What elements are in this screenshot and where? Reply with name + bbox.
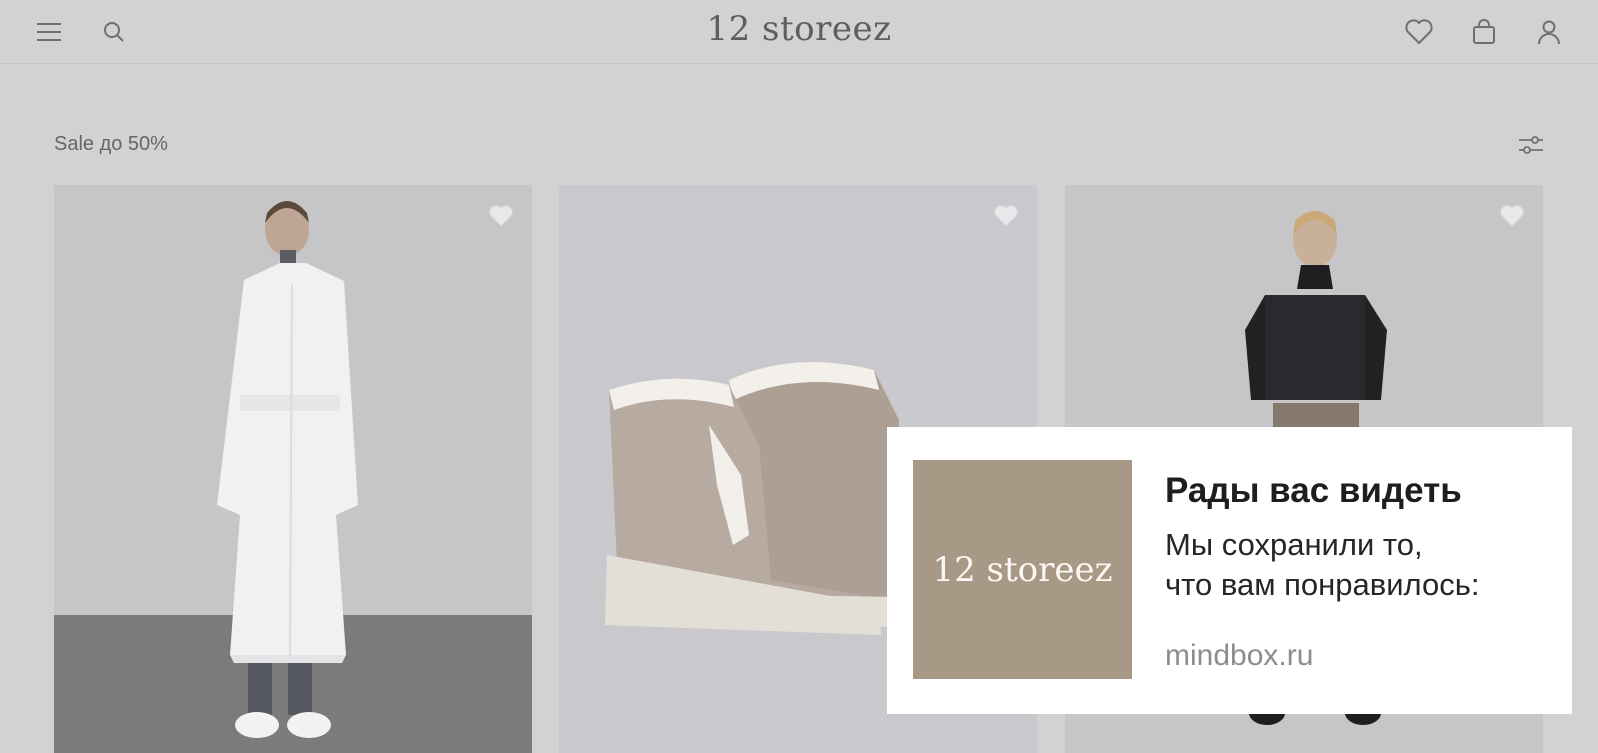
notification-popup[interactable]: 12 storeez Рады вас видеть Мы сохранили …	[887, 427, 1572, 714]
popup-message-line: что вам понравилось:	[1165, 567, 1480, 602]
popup-message-line: Мы сохранили то,	[1165, 527, 1423, 562]
product-image-coat	[217, 201, 358, 738]
heart-icon[interactable]	[1403, 16, 1435, 48]
popup-title: Рады вас видеть	[1165, 471, 1462, 510]
bag-icon[interactable]	[1468, 16, 1500, 48]
heart-filled-icon[interactable]	[486, 201, 516, 231]
heart-filled-icon[interactable]	[991, 201, 1021, 231]
site-logo[interactable]: 12 storeez	[0, 9, 1598, 49]
popup-message: Мы сохранили то, что вам понравилось:	[1165, 525, 1555, 605]
header: 12 storeez	[0, 0, 1598, 64]
heart-filled-icon[interactable]	[1497, 201, 1527, 231]
popup-domain: mindbox.ru	[1165, 639, 1314, 672]
product-card[interactable]	[54, 185, 532, 753]
section-title: Sale до 50%	[54, 133, 168, 155]
user-icon[interactable]	[1533, 16, 1565, 48]
brand-logo-tile: 12 storeez	[913, 460, 1132, 679]
sliders-icon[interactable]	[1515, 129, 1547, 161]
